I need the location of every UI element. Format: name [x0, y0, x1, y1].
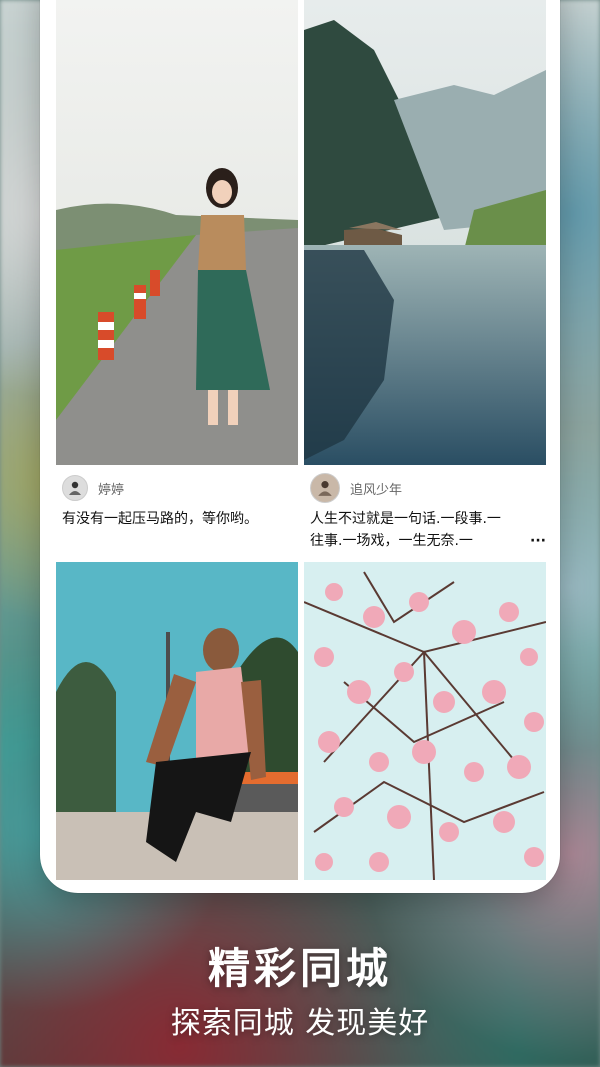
feed-card-1[interactable]: 婷婷 有没有一起压马路的，等你哟。 [56, 0, 298, 545]
photo-mountain-lake[interactable] [304, 0, 546, 465]
feed-card-3[interactable] [56, 562, 298, 880]
feed-card-2[interactable]: 追风少年 人生不过就是一句话.一段事.一 往事.一场戏，一生无奈.一 ··· [304, 0, 546, 549]
post-caption-line-2: 往事.一场戏，一生无奈.一 [310, 533, 473, 549]
post-author-row[interactable]: 追风少年 [310, 473, 402, 503]
avatar[interactable] [310, 473, 340, 503]
photo-woman-walking-image [56, 0, 298, 465]
photo-man-skater[interactable] [56, 562, 298, 880]
author-name[interactable]: 追风少年 [350, 479, 402, 498]
author-name[interactable]: 婷婷 [98, 479, 124, 498]
photo-woman-walking[interactable] [56, 0, 298, 465]
photo-man-skater-image [56, 562, 298, 880]
photo-mountain-lake-image [304, 0, 546, 465]
post-caption: 有没有一起压马路的，等你哟。 [62, 511, 258, 527]
more-indicator[interactable]: ··· [530, 530, 546, 552]
user-icon [318, 481, 332, 496]
feed-grid: 婷婷 有没有一起压马路的，等你哟。 追风少年 人生不过就是一句话.一段事.一 往… [56, 0, 546, 880]
avatar[interactable] [62, 475, 88, 501]
feed-card-4[interactable] [304, 562, 546, 880]
promo-subtitle: 探索同城 发现美好 [170, 1006, 430, 1041]
photo-cherry-blossom[interactable] [304, 562, 546, 880]
promo-title: 精彩同城 [207, 944, 392, 993]
user-icon [69, 481, 81, 495]
post-caption-line-1: 人生不过就是一句话.一段事.一 [310, 511, 501, 527]
photo-cherry-blossom-image [304, 562, 546, 880]
post-caption: 人生不过就是一句话.一段事.一 往事.一场戏，一生无奈.一 ··· [310, 508, 546, 552]
post-author-row[interactable]: 婷婷 [62, 475, 124, 501]
